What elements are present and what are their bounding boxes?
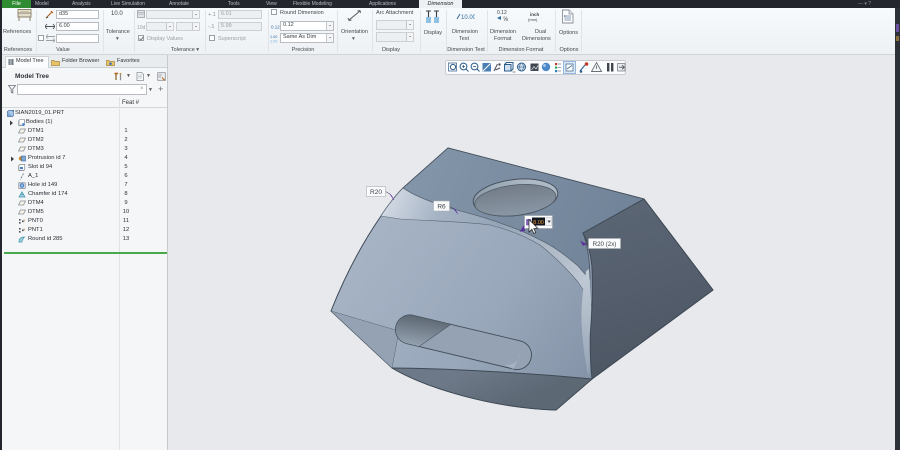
svg-text:R6: R6	[437, 204, 446, 211]
svg-text:R20 (2x): R20 (2x)	[593, 241, 617, 248]
svg-text:R20: R20	[370, 189, 382, 196]
